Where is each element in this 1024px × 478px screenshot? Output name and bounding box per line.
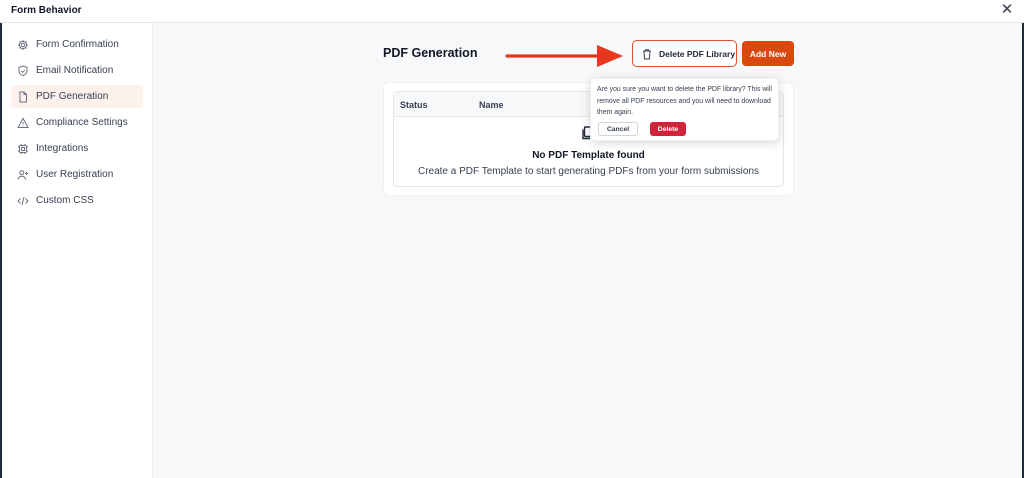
cancel-button[interactable]: Cancel (598, 122, 638, 136)
user-plus-icon (17, 169, 29, 181)
gear-icon (17, 39, 29, 51)
sidebar-item-user-registration[interactable]: User Registration (11, 163, 143, 186)
annotation-arrow-icon (505, 45, 623, 67)
sidebar-item-compliance-settings[interactable]: Compliance Settings (11, 111, 143, 134)
sidebar-item-label: Form Confirmation (36, 39, 119, 50)
shield-check-icon (17, 64, 29, 77)
add-new-button[interactable]: Add New (742, 41, 794, 66)
sidebar-item-label: Integrations (36, 143, 89, 154)
sidebar-item-pdf-generation[interactable]: PDF Generation (11, 85, 143, 108)
delete-pdf-library-label: Delete PDF Library (659, 48, 736, 59)
settings-sidebar: Form Confirmation Email Notification PDF… (2, 23, 153, 478)
page-title: PDF Generation (383, 46, 478, 60)
sidebar-item-label: Email Notification (36, 65, 114, 76)
sidebar-item-email-notification[interactable]: Email Notification (11, 59, 143, 82)
trash-icon (641, 48, 653, 60)
sidebar-item-label: User Registration (36, 169, 114, 180)
warning-triangle-icon (17, 116, 29, 129)
close-icon[interactable]: ✕ (999, 2, 1015, 18)
chip-icon (17, 143, 29, 155)
column-header-status: Status (400, 100, 428, 110)
empty-state-subtitle: Create a PDF Template to start generatin… (417, 166, 760, 177)
sidebar-item-label: PDF Generation (36, 91, 109, 102)
column-header-name: Name (479, 100, 504, 110)
code-icon (17, 195, 29, 207)
window-title: Form Behavior (11, 5, 82, 16)
sidebar-item-label: Custom CSS (36, 195, 94, 206)
sidebar-item-integrations[interactable]: Integrations (11, 137, 143, 160)
sidebar-item-custom-css[interactable]: Custom CSS (11, 189, 143, 212)
delete-confirm-message: Are you sure you want to delete the PDF … (597, 86, 772, 116)
confirm-delete-button[interactable]: Delete (650, 122, 686, 136)
window-titlebar: Form Behavior ✕ (0, 0, 1024, 23)
sidebar-item-form-confirmation[interactable]: Form Confirmation (11, 33, 143, 56)
sidebar-item-label: Compliance Settings (36, 117, 128, 128)
document-icon (17, 91, 29, 103)
delete-pdf-library-button[interactable]: Delete PDF Library (632, 40, 737, 67)
empty-state-title: No PDF Template found (532, 150, 645, 161)
